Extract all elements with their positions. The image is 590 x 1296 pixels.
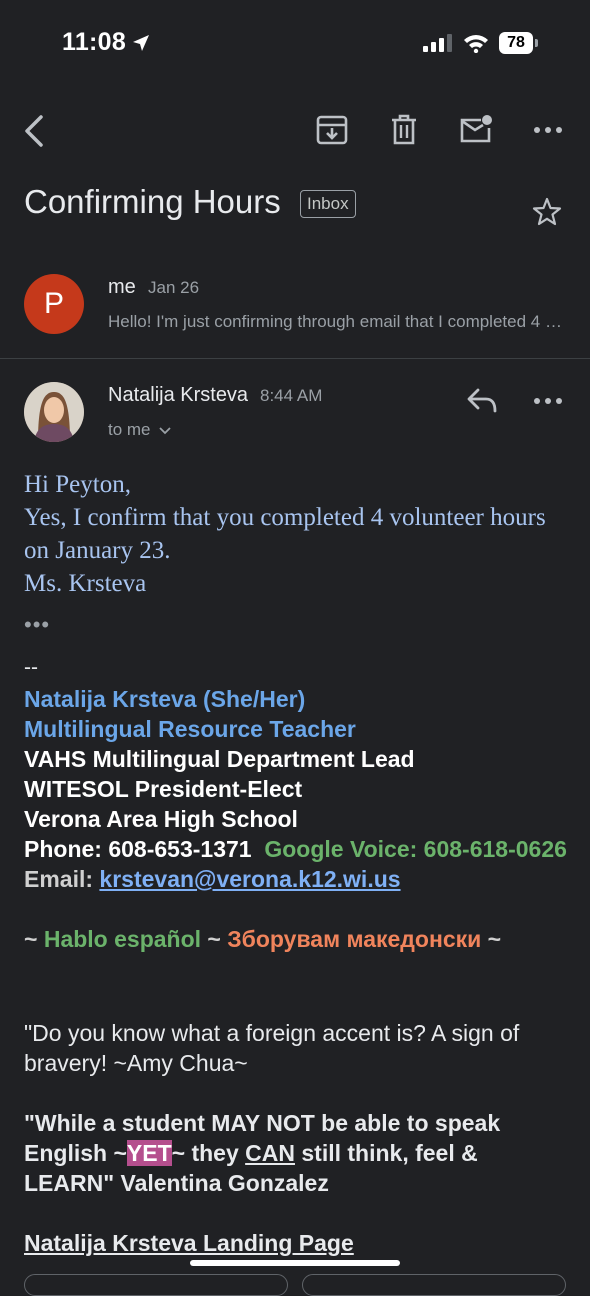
body-text: Yes, I confirm that you completed 4 volu…: [24, 504, 546, 564]
reply-icon[interactable]: [466, 388, 498, 414]
back-arrow-icon[interactable]: [22, 114, 46, 148]
phone-number[interactable]: Phone: 608-653-1371: [24, 836, 252, 862]
wifi-icon: [463, 33, 489, 53]
recipient-details-toggle[interactable]: to me: [108, 420, 171, 440]
greeting: Hi Peyton,: [24, 471, 131, 498]
signature-role: VAHS Multilingual Department Lead: [24, 746, 415, 772]
quote-highlight-yet: YET: [126, 1140, 172, 1166]
signature-block: Natalija Krsteva (She/Her) Multilingual …: [24, 684, 569, 954]
language-macedonian: Зборувам македонски: [227, 926, 482, 952]
signature-phones: Phone: 608-653-1371 Google Voice: 608-61…: [24, 834, 569, 864]
trash-icon[interactable]: [390, 114, 418, 146]
location-arrow-icon: [131, 33, 151, 53]
mark-unread-icon[interactable]: [459, 114, 493, 144]
signature-email-line: Email: krstevan@verona.k12.wi.us: [24, 864, 569, 894]
sender-avatar-photo: [24, 382, 84, 442]
chevron-down-icon: [159, 426, 171, 435]
sender-name: me: [108, 276, 136, 298]
status-time: 11:08: [62, 28, 127, 56]
signature-school: Verona Area High School: [24, 806, 298, 832]
show-trimmed-content-button[interactable]: •••: [24, 612, 50, 638]
signature-org-role: WITESOL President-Elect: [24, 776, 303, 802]
signature-quote-valentina: "While a student MAY NOT be able to spea…: [24, 1108, 569, 1198]
message-time: 8:44 AM: [260, 386, 323, 405]
message-more-options-icon[interactable]: [534, 398, 562, 404]
cellular-signal-icon: [423, 34, 453, 52]
reply-button[interactable]: [24, 1274, 288, 1296]
message-date: Jan 26: [148, 278, 200, 297]
landing-page-link[interactable]: Natalija Krsteva Landing Page: [24, 1228, 569, 1258]
google-voice-number[interactable]: Google Voice: 608-618-0626: [264, 836, 567, 862]
email-label: Email:: [24, 866, 94, 892]
tilde: ~: [487, 926, 502, 952]
tilde: ~: [207, 926, 221, 952]
language-spanish: Hablo español: [43, 926, 202, 952]
signature-separator: --: [24, 656, 38, 679]
sender-name: Natalija Krsteva: [108, 384, 249, 406]
message-snippet[interactable]: Hello! I'm just confirming through email…: [108, 312, 563, 332]
star-icon[interactable]: [532, 197, 562, 227]
tilde: ~: [24, 926, 38, 952]
sender-avatar-me: P: [24, 274, 84, 334]
quote-underline-can: CAN: [245, 1140, 295, 1166]
signature-name: Natalija Krsteva (She/Her): [24, 686, 306, 712]
home-indicator[interactable]: [190, 1260, 400, 1266]
battery-cap: [535, 39, 538, 47]
message-divider: [0, 358, 590, 359]
email-link[interactable]: krstevan@verona.k12.wi.us: [99, 866, 400, 892]
languages-line: ~ Hablo español ~ Зборувам македонски ~: [24, 924, 569, 954]
forward-button[interactable]: [302, 1274, 566, 1296]
battery-level: 78: [499, 32, 533, 54]
message-body: Hi Peyton, Yes, I confirm that you compl…: [24, 468, 564, 600]
inbox-label-chip[interactable]: Inbox: [300, 190, 356, 218]
signature-quote-amy-chua: "Do you know what a foreign accent is? A…: [24, 1020, 520, 1076]
recipient-label: to me: [108, 420, 151, 439]
quote-text: ~ they: [171, 1140, 246, 1166]
more-options-icon[interactable]: [534, 127, 562, 133]
email-subject: Confirming Hours: [24, 183, 281, 220]
signature-title: Multilingual Resource Teacher: [24, 716, 356, 742]
archive-icon[interactable]: [316, 115, 348, 145]
closing: Ms. Krsteva: [24, 570, 147, 597]
